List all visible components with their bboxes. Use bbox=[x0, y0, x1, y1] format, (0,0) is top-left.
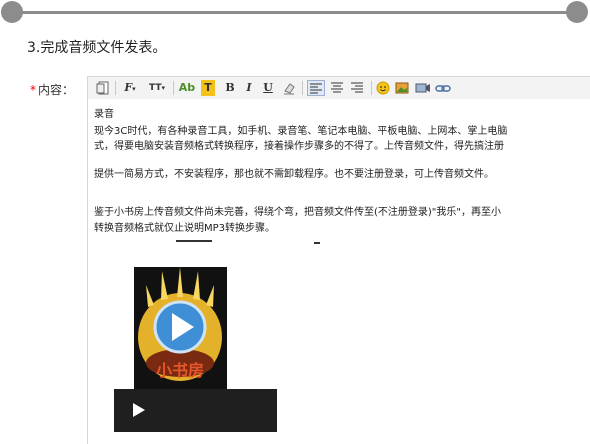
content-line: 转换音频格式就仅止说明MP3转换步骤。 bbox=[94, 223, 276, 234]
content-line: 提供一简易方式，不安装程序，那也就不需卸载程序。也不要注册登录，可上传音频文件。 bbox=[94, 169, 494, 180]
logo-text: 小书房 bbox=[156, 361, 204, 380]
align-center-icon[interactable] bbox=[329, 80, 345, 96]
content-line: 式，得要电脑安装音频格式转换程序，接着操作步骤多的不得了。上传音频文件，得先搞注… bbox=[94, 141, 504, 152]
font-color-button[interactable]: Ab bbox=[178, 80, 196, 96]
editor-toolbar: F▾ TT▾ Ab T B I U bbox=[87, 76, 590, 100]
font-family-button[interactable]: F▾ bbox=[120, 80, 140, 96]
cropped-text-fragment bbox=[176, 240, 212, 248]
section-divider bbox=[0, 0, 590, 30]
content-label-text: 内容： bbox=[38, 83, 75, 97]
toolbar-separator bbox=[115, 81, 116, 95]
video-control-bar bbox=[114, 389, 277, 432]
content-field-label: * 内容： bbox=[30, 81, 74, 98]
required-mark: * bbox=[30, 83, 36, 97]
divider-dot-right bbox=[566, 1, 588, 23]
align-left-icon[interactable] bbox=[307, 80, 325, 96]
source-code-icon[interactable] bbox=[96, 80, 110, 96]
divider-line bbox=[12, 11, 576, 14]
italic-button[interactable]: I bbox=[243, 80, 255, 96]
cropped-text-fragment bbox=[314, 242, 320, 247]
insert-image-icon[interactable] bbox=[395, 80, 409, 96]
eraser-icon[interactable] bbox=[282, 80, 296, 96]
divider-dot-left bbox=[1, 1, 23, 23]
underline-button[interactable]: U bbox=[262, 80, 274, 96]
rich-text-editor[interactable]: F▾ TT▾ Ab T B I U 录音 现今3C时代，有各种录音工具，如手机、… bbox=[87, 76, 590, 444]
step-title: 3.完成音频文件发表。 bbox=[27, 40, 167, 56]
align-right-icon[interactable] bbox=[349, 80, 365, 96]
play-icon[interactable] bbox=[133, 403, 145, 417]
editor-content-area[interactable]: 录音 现今3C时代，有各种录音工具，如手机、录音笔、笔记本电脑、平板电脑、上网本… bbox=[87, 99, 590, 444]
content-line: 录音 bbox=[94, 109, 114, 120]
video-thumbnail[interactable]: 小书房 bbox=[134, 267, 227, 394]
font-size-button[interactable]: TT▾ bbox=[146, 80, 168, 96]
bold-button[interactable]: B bbox=[224, 80, 236, 96]
emoticon-icon[interactable] bbox=[376, 80, 390, 96]
toolbar-separator bbox=[173, 81, 174, 95]
content-line: 现今3C时代，有各种录音工具，如手机、录音笔、笔记本电脑、平板电脑、上网本、掌上… bbox=[94, 126, 508, 137]
highlight-button[interactable]: T bbox=[201, 80, 215, 96]
content-line: 鉴于小书房上传音频文件尚未完善，得绕个弯，把音频文件传至(不注册登录)"我乐"，… bbox=[94, 207, 502, 218]
toolbar-separator bbox=[302, 81, 303, 95]
link-icon[interactable] bbox=[435, 80, 451, 96]
toolbar-separator bbox=[371, 81, 372, 95]
insert-media-icon[interactable] bbox=[415, 80, 431, 96]
